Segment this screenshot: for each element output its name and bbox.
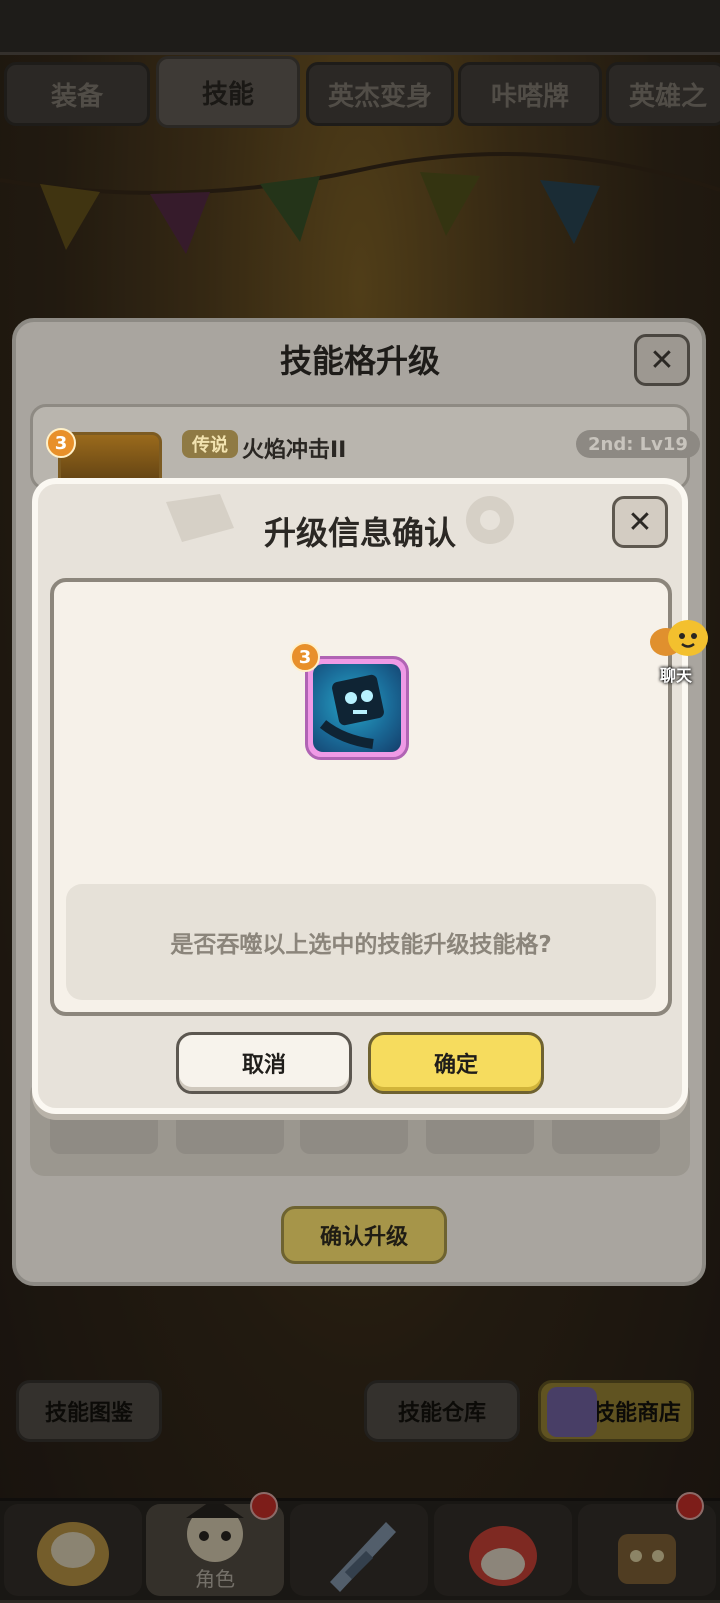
- dialog-close-button[interactable]: ✕: [612, 496, 668, 548]
- confirm-button[interactable]: 确定: [368, 1032, 544, 1094]
- chat-label[interactable]: 聊天: [660, 662, 692, 686]
- star-level-badge: 3: [290, 642, 320, 672]
- cancel-button[interactable]: 取消: [176, 1032, 352, 1094]
- dialog-title: 升级信息确认: [263, 514, 456, 552]
- rarity-tag: 传说: [182, 430, 238, 458]
- skill-level-badge: 2nd: Lv19: [576, 430, 700, 458]
- panel-title: 技能格升级: [279, 342, 440, 380]
- close-icon: ✕: [627, 504, 653, 540]
- confirm-upgrade-button[interactable]: 确认升级: [281, 1206, 447, 1264]
- skull-cube-skill-icon: [313, 664, 401, 752]
- star-level-badge: 3: [46, 428, 76, 458]
- confirm-question: 是否吞噬以上选中的技能升级技能格?: [66, 884, 656, 1000]
- skill-name: 火焰冲击II: [242, 438, 347, 463]
- chat-icon[interactable]: [648, 618, 710, 668]
- panel-close-button[interactable]: ✕: [634, 334, 690, 386]
- close-icon: ✕: [649, 342, 675, 378]
